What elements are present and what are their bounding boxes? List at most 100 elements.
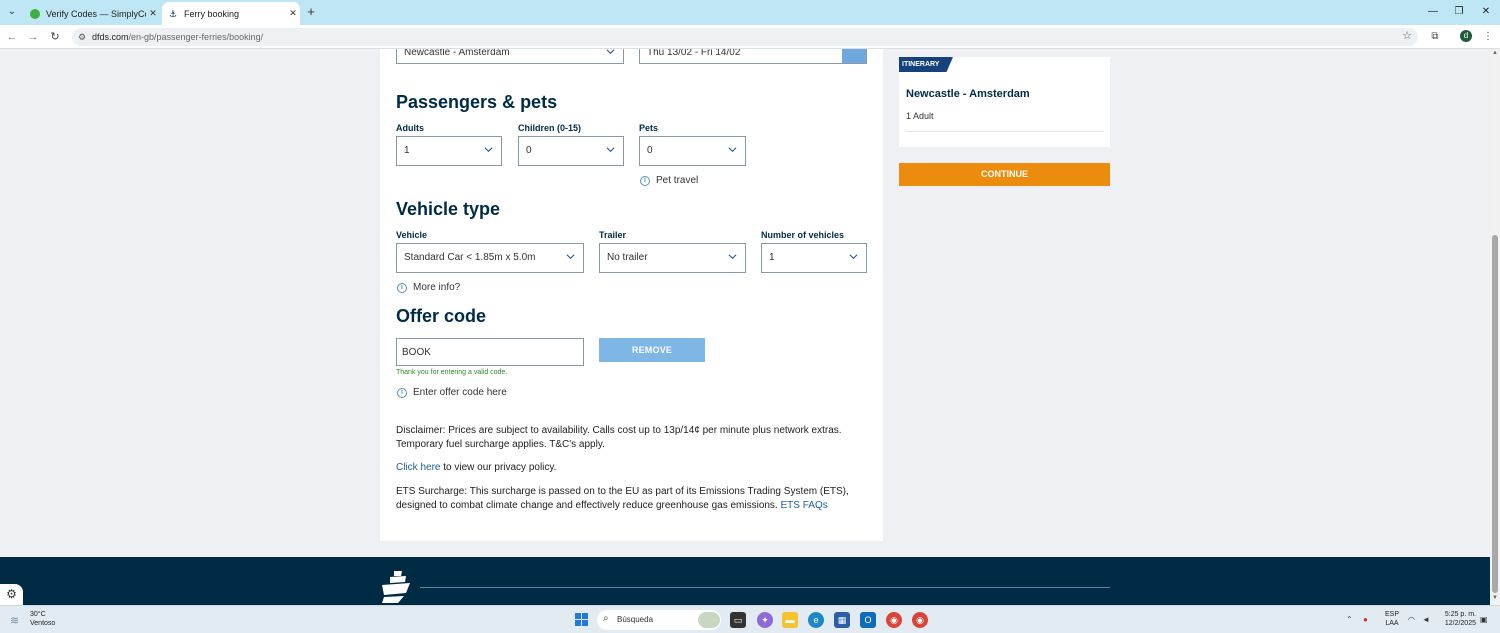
address-bar[interactable]: ⚙ dfds.com/en-gb/passenger-ferries/booki… (72, 28, 1418, 46)
edge-browser-icon[interactable]: e (808, 612, 824, 628)
weather-condition: Ventoso (30, 620, 56, 627)
tray-app-icon[interactable]: ● (1363, 615, 1368, 624)
minimize-icon[interactable]: — (1426, 4, 1440, 20)
trailer-select[interactable]: No trailer (599, 243, 746, 273)
lang-line-2: LAA (1385, 620, 1399, 627)
copilot-icon[interactable]: ✦ (757, 612, 773, 628)
offer-code-value: BOOK (402, 347, 431, 358)
weather-temp: 30°C (30, 611, 46, 618)
wifi-icon[interactable]: ◠ (1408, 615, 1415, 624)
passengers-title: Passengers & pets (396, 92, 558, 112)
chrome-icon[interactable]: ◉ (886, 612, 902, 628)
itinerary-panel: ITINERARY Newcastle - Amsterdam 1 Adult (899, 57, 1110, 147)
tab-search-chevron-icon[interactable]: ⌄ (4, 4, 20, 20)
date-select[interactable]: Thu 13/02 - Fri 14/02 (639, 49, 867, 64)
more-info-link[interactable]: More info? (413, 282, 460, 293)
page-scrollbar[interactable]: ▲ ▼ (1490, 49, 1500, 605)
chevron-down-icon (484, 145, 493, 154)
lang-line-1: ESP (1384, 611, 1399, 618)
privacy-link[interactable]: Click here (396, 462, 440, 473)
tab-title: Verify Codes — SimplyCodes (46, 8, 146, 19)
pet-travel-info[interactable]: i Pet travel (640, 175, 698, 186)
vehicle-count-value: 1 (769, 252, 775, 263)
extensions-icon[interactable]: ⧉ (1428, 30, 1442, 44)
windows-taskbar: ≋ 30°C Ventoso ⌕ Búsqueda ▭ ✦ ▬ e ▦ O ◉ … (0, 605, 1500, 633)
page-footer (0, 557, 1490, 605)
itinerary-passengers: 1 Adult (906, 111, 934, 121)
scroll-up-arrow-icon[interactable]: ▲ (1491, 50, 1499, 56)
task-view-icon[interactable]: ▭ (730, 612, 746, 628)
chevron-down-icon (728, 252, 737, 261)
vehicle-label: Vehicle (396, 230, 428, 240)
chrome-profile-icon[interactable]: ◉ (912, 612, 928, 628)
cookie-settings-icon[interactable]: ⚙ (0, 584, 23, 605)
taskbar-search-text: Búsqueda (617, 615, 654, 624)
clock-date: 12/2/2025 (1444, 620, 1476, 627)
close-window-icon[interactable]: ✕ (1479, 4, 1493, 20)
calendar-icon[interactable] (842, 49, 866, 63)
scroll-down-arrow-icon[interactable]: ▼ (1491, 595, 1499, 601)
itinerary-badge: ITINERARY (899, 57, 953, 72)
notification-icon[interactable]: ▣ (1480, 615, 1488, 624)
offer-code-hint[interactable]: i Enter offer code here (397, 387, 507, 398)
ets-surcharge-text: ETS Surcharge: This surcharge is passed … (396, 485, 871, 513)
route-select-value: Newcastle - Amsterdam (404, 49, 510, 58)
trailer-label: Trailer (599, 230, 627, 240)
forward-arrow-icon[interactable]: → (26, 29, 40, 45)
bookmark-star-icon[interactable]: ☆ (1402, 29, 1412, 42)
vehicle-count-select[interactable]: 1 (761, 243, 867, 273)
tray-chevron-up-icon[interactable]: ⌃ (1346, 615, 1353, 624)
store-icon[interactable]: ▦ (834, 612, 850, 628)
vehicle-title: Vehicle type (396, 199, 501, 219)
route-select[interactable]: Newcastle - Amsterdam (396, 49, 624, 64)
offer-code-input[interactable]: BOOK (396, 338, 584, 366)
file-explorer-icon[interactable]: ▬ (782, 612, 798, 628)
profile-avatar[interactable]: d (1460, 30, 1472, 42)
search-icon: ⌕ (603, 613, 609, 624)
pet-travel-link[interactable]: Pet travel (656, 175, 698, 186)
outlook-icon[interactable]: O (860, 612, 876, 628)
site-info-icon[interactable]: ⚙ (78, 30, 86, 44)
dfds-ship-logo-icon (382, 571, 410, 603)
restore-icon[interactable]: ❐ (1452, 4, 1466, 20)
close-tab-icon[interactable]: ✕ (286, 8, 300, 19)
url-host: dfds.com (92, 32, 129, 42)
vehicle-more-info[interactable]: i More info? (397, 282, 460, 293)
itinerary-divider (906, 131, 1103, 132)
windows-start-icon[interactable] (575, 613, 588, 626)
search-highlight-icon[interactable] (698, 612, 720, 628)
disclaimer-text: Disclaimer: Prices are subject to availa… (396, 425, 842, 450)
adults-value: 1 (404, 145, 410, 156)
vehicle-value: Standard Car < 1.85m x 5.0m (404, 252, 536, 263)
new-tab-button[interactable]: + (304, 4, 318, 20)
ets-faqs-link[interactable]: ETS FAQs (781, 500, 828, 511)
system-clock[interactable]: 5:25 p. m. 12/2/2025 (1436, 610, 1476, 628)
scrollbar-thumb[interactable] (1492, 235, 1498, 593)
children-select[interactable]: 0 (518, 136, 624, 166)
chevron-down-icon (606, 49, 615, 56)
close-tab-icon[interactable]: ✕ (146, 8, 160, 19)
chevron-down-icon (606, 145, 615, 154)
weather-widget[interactable]: 30°C Ventoso (30, 610, 55, 628)
language-indicator[interactable]: ESP LAA (1383, 610, 1401, 628)
pets-select[interactable]: 0 (639, 136, 746, 166)
adults-label: Adults (396, 123, 424, 133)
pets-label: Pets (639, 123, 659, 133)
reload-icon[interactable]: ↻ (48, 29, 62, 45)
adults-select[interactable]: 1 (396, 136, 502, 166)
remove-code-button[interactable]: REMOVE (599, 338, 705, 362)
volume-icon[interactable]: ◄ (1422, 615, 1430, 624)
offer-code-hint-link[interactable]: Enter offer code here (413, 387, 507, 398)
wind-weather-icon[interactable]: ≋ (10, 614, 26, 627)
back-arrow-icon[interactable]: ← (5, 29, 19, 45)
url-text: dfds.com/en-gb/passenger-ferries/booking… (92, 30, 263, 44)
tab-verify-codes[interactable]: Verify Codes — SimplyCodes ✕ (24, 2, 160, 25)
vehicle-select[interactable]: Standard Car < 1.85m x 5.0m (396, 243, 584, 273)
chevron-down-icon (566, 252, 575, 261)
browser-toolbar: ← → ↻ ⚙ dfds.com/en-gb/passenger-ferries… (0, 25, 1500, 49)
pets-value: 0 (647, 145, 653, 156)
continue-button[interactable]: CONTINUE (899, 163, 1110, 186)
simplycodes-favicon-icon (30, 8, 40, 19)
browser-menu-icon[interactable]: ⋮ (1481, 30, 1495, 44)
tab-ferry-booking[interactable]: ⚓ Ferry booking ✕ (162, 2, 300, 25)
